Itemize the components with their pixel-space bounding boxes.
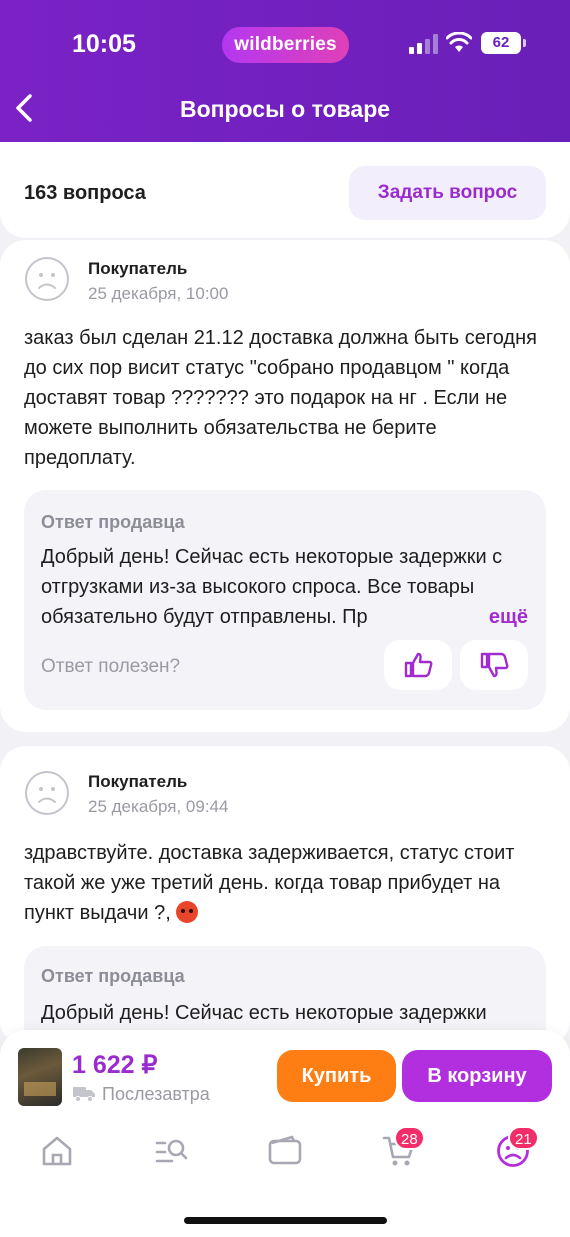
delivery-date: Послезавтра [102,1084,210,1104]
add-to-cart-button[interactable]: В корзину [402,1050,552,1102]
question-text: здравствуйте. доставка задерживается, ст… [24,842,515,924]
show-more-link[interactable]: ещё [466,602,528,632]
questions-count: 163 вопроса [24,182,146,204]
question-card: Покупатель 25 декабря, 10:00 заказ был с… [0,240,570,732]
answer-label: Ответ продавца [41,966,185,986]
thumbs-down-icon [480,652,509,678]
question-text-wrapper: здравствуйте. доставка задерживается, ст… [24,838,544,928]
battery-tip [523,39,526,47]
cart-count-badge: 28 [394,1126,425,1150]
thumbs-up-icon [404,652,433,678]
like-button[interactable] [384,640,452,690]
product-price: 1 622 ₽ [72,1051,158,1079]
page-title: Вопросы о товаре [179,96,391,122]
catalog-search-icon[interactable] [154,1134,188,1168]
question-author: Покупатель [88,772,188,791]
buy-now-button[interactable]: Купить [277,1050,396,1102]
avatar-icon [25,771,69,815]
product-thumbnail[interactable] [18,1048,62,1106]
profile-notification-badge: 21 [508,1126,539,1150]
question-card: Покупатель 25 декабря, 09:44 здравствуйт… [0,746,570,1066]
battery-indicator: 62 [481,32,521,54]
question-author: Покупатель [88,259,188,278]
status-time: 10:05 [72,30,136,58]
wallet-icon[interactable] [268,1134,302,1168]
ask-question-button[interactable]: Задать вопрос [349,166,546,220]
answer-text: Добрый день! Сейчас есть некоторые задер… [41,546,503,628]
wifi-icon [446,32,472,52]
question-text: заказ был сделан 21.12 доставка должна б… [24,327,537,469]
brand-logo: wildberries [222,27,349,63]
question-date: 25 декабря, 09:44 [88,797,229,816]
home-indicator [184,1217,387,1224]
angry-face-icon [176,901,199,923]
app-header: 10:05 wildberries 62 Вопросы о товаре [0,0,570,142]
dislike-button[interactable] [460,640,528,690]
truck-icon [73,1087,95,1102]
signal-icon [409,34,438,54]
answer-text: Добрый день! Сейчас есть некоторые задер… [41,1002,487,1024]
seller-answer: Ответ продавца Добрый день! Сейчас есть … [24,490,546,710]
home-icon[interactable] [40,1134,74,1168]
answer-label: Ответ продавца [41,512,185,532]
answer-useful-label: Ответ полезен? [41,656,181,677]
question-date: 25 декабря, 10:00 [88,284,229,303]
avatar-icon [25,257,69,301]
questions-summary: 163 вопроса Задать вопрос [0,142,570,238]
